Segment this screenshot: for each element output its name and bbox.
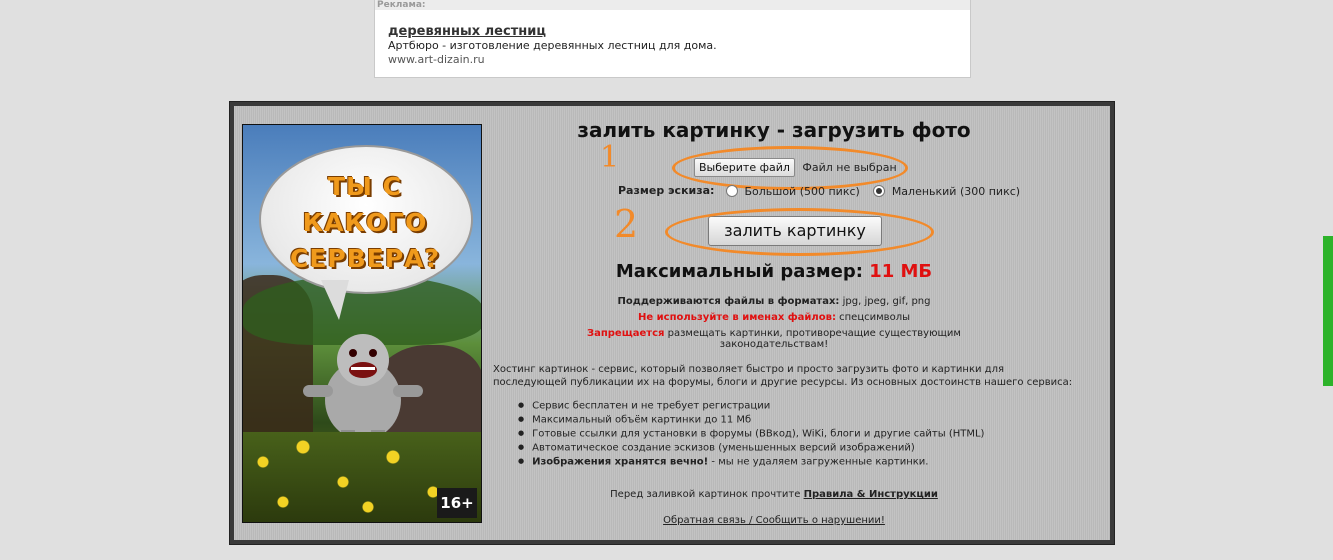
formats-label: Поддерживаются файлы в форматах:	[617, 296, 840, 307]
service-description: Хостинг картинок - сервис, который позво…	[493, 364, 1073, 388]
size-big-label: Большой (500 пикс)	[744, 184, 860, 198]
thumbnail-size-row: Размер эскиза: Большой (500 пикс) Малень…	[618, 184, 1030, 198]
formats-value: jpg, jpeg, gif, png	[842, 296, 931, 307]
bubble-line-1: ТЫ С КАКОГО	[302, 172, 428, 237]
page-title: залить картинку - загрузить фото	[577, 118, 971, 142]
max-size-info: Максимальный размер: 11 МБ	[534, 261, 1014, 282]
feature-item-last: Изображения хранятся вечно! - мы не удал…	[518, 455, 984, 469]
size-big-radio[interactable]	[725, 185, 738, 197]
upload-panel: ТЫ С КАКОГО СЕРВЕРА? 16+ залить картинку…	[229, 101, 1115, 545]
ad-banner-image[interactable]: ТЫ С КАКОГО СЕРВЕРА? 16+	[242, 124, 482, 523]
side-feedback-tab[interactable]	[1323, 236, 1333, 386]
legal-warning-label: Запрещается	[587, 328, 665, 339]
feedback-link[interactable]: Обратная связь / Сообщить о нарушении!	[534, 515, 1014, 526]
filename-warning-label: Не используйте в именах файлов:	[638, 312, 836, 323]
feature-last-bold: Изображения хранятся вечно!	[532, 455, 709, 467]
size-small-radio[interactable]	[873, 185, 886, 197]
legal-warning: Запрещается размещать картинки, противор…	[534, 328, 1014, 350]
ad-header: Реклама:	[375, 0, 970, 10]
upload-panel-inner: ТЫ С КАКОГО СЕРВЕРА? 16+ залить картинку…	[234, 106, 1110, 540]
feature-item: Автоматическое создание эскизов (уменьше…	[518, 441, 984, 455]
speech-bubble-text: ТЫ С КАКОГО СЕРВЕРА?	[265, 169, 465, 277]
supported-formats: Поддерживаются файлы в форматах: jpg, jp…	[534, 296, 1014, 307]
ad-block: Реклама: деревянных лестниц Артбюро - из…	[374, 0, 971, 78]
rules-link[interactable]: Правила & Инструкции	[804, 489, 938, 500]
feature-list: Сервис бесплатен и не требует регистраци…	[518, 399, 984, 468]
size-small-label: Маленький (300 пикс)	[891, 184, 1021, 198]
age-rating-badge: 16+	[437, 488, 477, 518]
ad-url[interactable]: www.art-dizain.ru	[388, 53, 485, 66]
max-size-value: 11 МБ	[869, 261, 933, 282]
bubble-line-2: СЕРВЕРА?	[289, 244, 441, 273]
rules-notice: Перед заливкой картинок прочтите Правила…	[534, 489, 1014, 500]
feature-last-rest: - мы не удаляем загруженные картинки.	[708, 455, 929, 467]
max-size-label: Максимальный размер:	[615, 261, 863, 282]
filename-warning-value: спецсимволы	[839, 312, 910, 323]
speech-bubble-tail	[321, 280, 349, 320]
ad-title-link[interactable]: деревянных лестниц	[388, 24, 546, 39]
thumbnail-size-label: Размер эскиза:	[618, 184, 715, 197]
ad-description: Артбюро - изготовление деревянных лестни…	[388, 39, 717, 52]
annotation-circle-2	[665, 208, 934, 256]
feature-item: Сервис бесплатен и не требует регистраци…	[518, 399, 984, 413]
legal-warning-text: размещать картинки, противоречащие сущес…	[667, 328, 961, 350]
annotation-number-1: 1	[600, 140, 620, 175]
rules-text: Перед заливкой картинок прочтите	[610, 489, 801, 500]
feature-item: Готовые ссылки для установки в форумы (В…	[518, 427, 984, 441]
feature-item: Максимальный объём картинки до 11 Мб	[518, 413, 984, 427]
filename-warning: Не используйте в именах файлов: спецсимв…	[534, 312, 1014, 323]
annotation-number-2: 2	[614, 202, 639, 246]
